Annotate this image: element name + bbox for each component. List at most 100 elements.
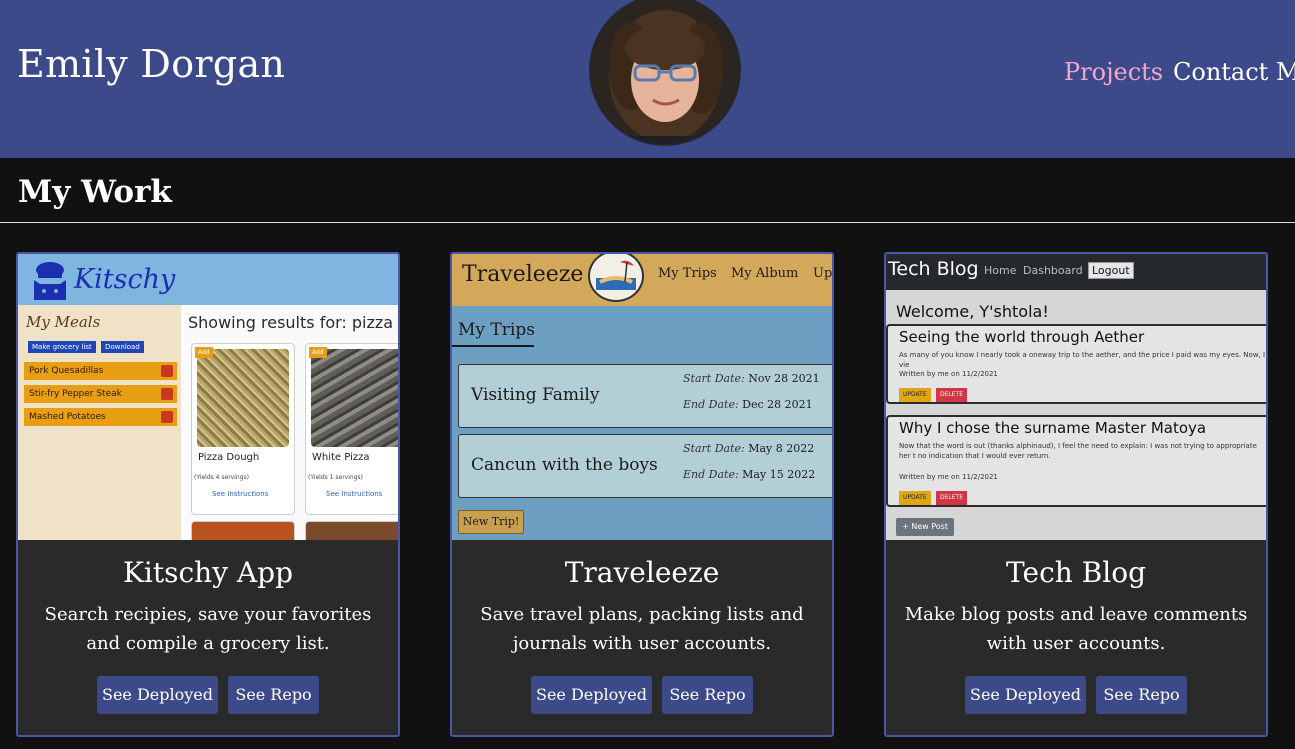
recipe-yields: (Yields 4 servings): [194, 474, 249, 481]
delete-button: DELETE: [936, 388, 968, 402]
nav-dashboard: Dashboard: [1023, 264, 1083, 277]
project-description: Search recipies, save your favorites and…: [44, 604, 372, 654]
meal-item-label: Mashed Potatoes: [29, 412, 106, 422]
meal-item: Mashed Potatoes: [24, 408, 177, 426]
post-meta: Written by me on 11/2/2021: [899, 473, 998, 481]
recipe-image: [197, 349, 289, 447]
site-name[interactable]: Emily Dorgan: [17, 42, 285, 86]
tech-blog-topbar: Tech Blog Home Dashboard Logout: [886, 254, 1266, 290]
trip-start: Start Date: Nov 28 2021: [683, 372, 820, 385]
recipe-name: Pizza Dough: [198, 452, 260, 463]
meal-item: Pork Quesadillas: [24, 362, 177, 380]
post-body: As many of you know I nearly took a onew…: [899, 351, 1266, 369]
heading-underline: [452, 345, 534, 347]
recipe-image: [311, 349, 398, 447]
kitschy-sidebar-title: My Meals: [26, 313, 101, 331]
blog-post: Why I chose the surname Master Matoya No…: [886, 415, 1266, 507]
project-description: Make blog posts and leave comments with …: [904, 604, 1248, 654]
end-date-label: End Date:: [683, 468, 739, 481]
section-divider: [0, 222, 1295, 223]
end-date-value: Dec 28 2021: [742, 398, 813, 411]
project-screenshot[interactable]: Tech Blog Home Dashboard Logout Welcome,…: [886, 254, 1266, 540]
start-date-value: May 8 2022: [748, 442, 815, 455]
recipe-name: White Pizza: [312, 452, 370, 463]
post-body: Now that the word is out (thanks alphina…: [899, 442, 1257, 460]
post-title: Why I chose the surname Master Matoya: [899, 419, 1207, 437]
post-title: Seeing the world through Aether: [899, 328, 1145, 346]
recipe-link: See Instructions: [212, 490, 269, 498]
trip-card: Visiting Family Start Date: Nov 28 2021 …: [458, 364, 832, 428]
start-date-value: Nov 28 2021: [748, 372, 820, 385]
trip-end: End Date: May 15 2022: [683, 468, 815, 481]
recipe-yields: (Yields 1 servings): [308, 474, 363, 481]
nav-upload: Upl: [813, 266, 832, 281]
delete-button: DELETE: [936, 491, 968, 505]
update-button: UPDATE: [899, 491, 931, 505]
recipe-card: [191, 521, 295, 540]
trip-end: End Date: Dec 28 2021: [683, 398, 813, 411]
kitschy-logo: Kitschy: [74, 264, 176, 295]
post-meta: Written by me on 11/2/2021: [899, 370, 998, 378]
update-button: UPDATE: [899, 388, 931, 402]
project-title: Traveleeze: [564, 556, 720, 589]
project-description: Save travel plans, packing lists and jou…: [480, 604, 804, 654]
see-repo-button[interactable]: See Repo: [662, 676, 753, 714]
recipe-card: Add White Pizza (Yields 1 servings) See …: [305, 343, 398, 515]
logout-button: Logout: [1088, 262, 1134, 279]
traveleeze-logo: Traveleeze: [462, 262, 584, 287]
trash-icon: [161, 411, 173, 423]
start-date-label: Start Date:: [683, 372, 745, 385]
blog-post: Seeing the world through Aether As many …: [886, 324, 1266, 404]
trip-name: Cancun with the boys: [471, 455, 658, 475]
trash-icon: [161, 365, 173, 377]
nav-projects-link[interactable]: Projects: [1064, 58, 1163, 86]
see-deployed-button[interactable]: See Deployed: [965, 676, 1086, 714]
grocery-list-button: Make grocery list: [28, 341, 96, 353]
nav-contact-link[interactable]: Contact Me: [1173, 58, 1295, 86]
end-date-label: End Date:: [683, 398, 739, 411]
project-card-kitschy: Kitschy My Meals Make grocery list Downl…: [16, 252, 400, 737]
kitschy-topbar: Kitschy: [18, 254, 398, 305]
trash-icon: [161, 388, 173, 400]
project-title: Tech Blog: [1006, 556, 1146, 589]
my-trips-heading: My Trips: [458, 320, 535, 340]
welcome-text: Welcome, Y'shtola!: [896, 302, 1049, 321]
recipe-card: [305, 521, 398, 540]
download-button: Download: [101, 341, 144, 353]
section-title: My Work: [18, 174, 172, 210]
kitschy-results: Showing results for: pizza Add Pizza Dou…: [181, 305, 398, 540]
new-trip-button: New Trip!: [458, 510, 524, 534]
nav-home: Home: [984, 264, 1017, 277]
kitschy-sidebar: My Meals Make grocery list Download Pork…: [18, 305, 181, 540]
meal-item-label: Stir-fry Pepper Steak: [29, 389, 122, 399]
see-deployed-button[interactable]: See Deployed: [531, 676, 652, 714]
recipe-link: See Instructions: [326, 490, 383, 498]
project-card-tech-blog: Tech Blog Home Dashboard Logout Welcome,…: [884, 252, 1268, 737]
meal-item: Stir-fry Pepper Steak: [24, 385, 177, 403]
trip-card: Cancun with the boys Start Date: May 8 2…: [458, 434, 832, 498]
see-repo-button[interactable]: See Repo: [228, 676, 319, 714]
project-card-traveleeze: Traveleeze My Trips My Album Upl My Trip…: [450, 252, 834, 737]
add-recipe-button: Add: [195, 347, 213, 358]
site-header: Emily Dorgan Projects Contact Me: [0, 0, 1295, 158]
project-screenshot[interactable]: Traveleeze My Trips My Album Upl My Trip…: [452, 254, 832, 540]
new-post-button: + New Post: [896, 518, 954, 536]
results-heading: Showing results for: pizza: [188, 313, 394, 332]
project-title: Kitschy App: [123, 556, 293, 589]
trip-name: Visiting Family: [471, 385, 600, 405]
project-screenshot[interactable]: Kitschy My Meals Make grocery list Downl…: [18, 254, 398, 540]
recipe-card: Add Pizza Dough (Yields 4 servings) See …: [191, 343, 295, 515]
see-deployed-button[interactable]: See Deployed: [97, 676, 218, 714]
tech-blog-logo: Tech Blog: [888, 258, 979, 280]
nav-my-trips: My Trips: [658, 266, 717, 281]
trip-start: Start Date: May 8 2022: [683, 442, 814, 455]
traveleeze-topbar: Traveleeze My Trips My Album Upl: [452, 254, 832, 306]
see-repo-button[interactable]: See Repo: [1096, 676, 1187, 714]
start-date-label: Start Date:: [683, 442, 745, 455]
nav-my-album: My Album: [731, 266, 799, 281]
add-recipe-button: Add: [309, 347, 327, 358]
end-date-value: May 15 2022: [742, 468, 816, 481]
chef-cat-icon: [34, 262, 66, 300]
meal-item-label: Pork Quesadillas: [29, 366, 104, 376]
beach-emblem-icon: [588, 254, 644, 302]
